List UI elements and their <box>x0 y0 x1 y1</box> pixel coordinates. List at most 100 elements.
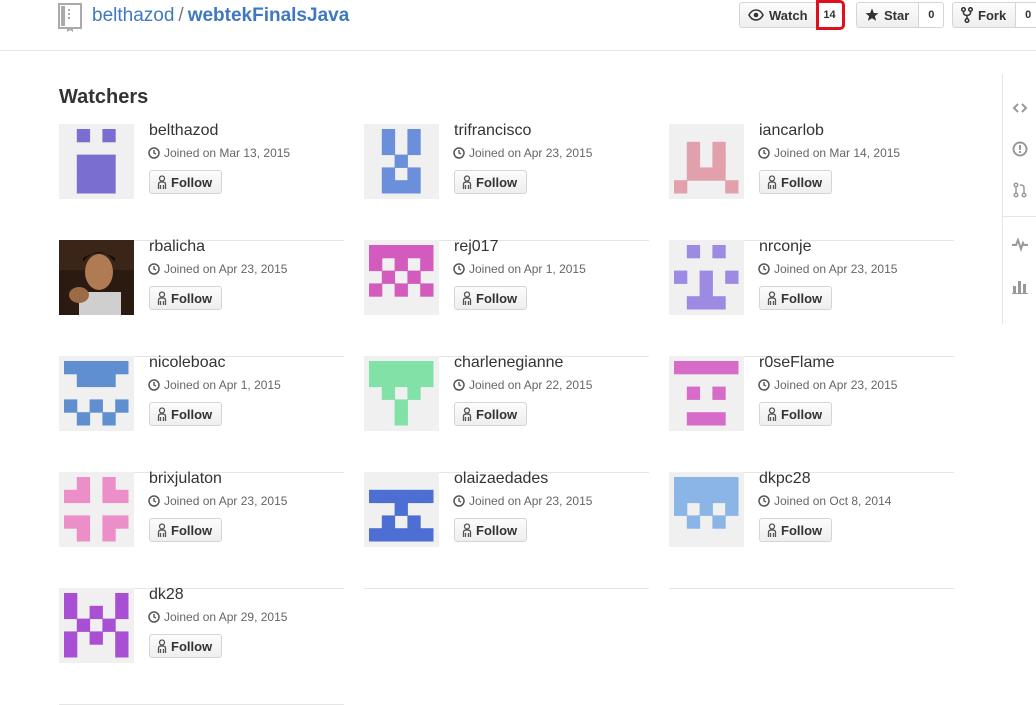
follow-button[interactable]: Follow <box>149 634 223 658</box>
joined-text: Joined on Mar 14, 2015 <box>774 146 901 160</box>
follow-button[interactable]: Follow <box>759 286 833 310</box>
watcher-avatar[interactable] <box>669 240 744 315</box>
pulse-icon[interactable] <box>1012 236 1028 252</box>
star-count[interactable]: 0 <box>919 2 945 28</box>
watcher-joined-date: Joined on Oct 8, 2014 <box>758 494 891 508</box>
follow-button[interactable]: Follow <box>149 402 223 426</box>
person-icon <box>157 638 167 653</box>
watcher-avatar[interactable] <box>364 240 439 315</box>
follow-label: Follow <box>476 290 518 306</box>
fork-label: Fork <box>978 7 1007 23</box>
follow-button[interactable]: Follow <box>759 518 833 542</box>
follow-button[interactable]: Follow <box>149 170 223 194</box>
follow-button[interactable]: Follow <box>454 286 528 310</box>
person-icon <box>157 290 167 305</box>
watcher-username-link[interactable]: dk28 <box>149 586 184 604</box>
watch-count[interactable]: 14 <box>815 0 845 30</box>
star-button-group: Star 0 <box>856 2 945 28</box>
joined-text: Joined on Apr 23, 2015 <box>164 262 288 276</box>
watcher-item: r0seFlame Joined on Apr 23, 2015 Follow <box>669 354 954 473</box>
watcher-item: olaizaedades Joined on Apr 23, 2015 Follow <box>364 470 649 589</box>
star-button[interactable]: Star <box>856 2 920 28</box>
clock-icon <box>453 379 465 391</box>
watcher-avatar[interactable] <box>364 124 439 199</box>
watcher-username-link[interactable]: r0seFlame <box>759 354 835 372</box>
watcher-avatar[interactable] <box>364 472 439 547</box>
watcher-username-link[interactable]: belthazod <box>149 122 218 140</box>
watcher-username-link[interactable]: charlenegianne <box>454 354 563 372</box>
clock-icon <box>758 379 770 391</box>
watcher-item: dk28 Joined on Apr 29, 2015 Follow <box>59 586 344 705</box>
watcher-joined-date: Joined on Apr 23, 2015 <box>453 494 592 508</box>
follow-button[interactable]: Follow <box>454 518 528 542</box>
watcher-avatar[interactable] <box>59 472 134 547</box>
follow-button[interactable]: Follow <box>759 402 833 426</box>
watcher-item: nicoleboac Joined on Apr 1, 2015 Follow <box>59 354 344 473</box>
follow-button[interactable]: Follow <box>454 170 528 194</box>
follow-button[interactable]: Follow <box>149 518 223 542</box>
watcher-username-link[interactable]: rej017 <box>454 238 498 256</box>
clock-icon <box>453 147 465 159</box>
repo-owner-link[interactable]: belthazod <box>92 5 174 26</box>
watcher-avatar[interactable] <box>59 588 134 663</box>
watcher-item: charlenegianne Joined on Apr 22, 2015 Foll… <box>364 354 649 473</box>
clock-icon <box>148 147 160 159</box>
watcher-item: belthazod Joined on Mar 13, 2015 Follow <box>59 122 344 241</box>
clock-icon <box>453 263 465 275</box>
joined-text: Joined on Apr 23, 2015 <box>774 262 898 276</box>
watcher-avatar[interactable] <box>59 240 134 315</box>
clock-icon <box>453 495 465 507</box>
watcher-avatar[interactable] <box>59 124 134 199</box>
graphs-icon[interactable] <box>1012 278 1028 294</box>
follow-label: Follow <box>781 290 823 306</box>
watcher-avatar[interactable] <box>59 356 134 431</box>
joined-text: Joined on Apr 23, 2015 <box>469 146 593 160</box>
person-icon <box>767 174 777 189</box>
follow-button[interactable]: Follow <box>149 286 223 310</box>
watcher-username-link[interactable]: rbalicha <box>149 238 205 256</box>
watcher-username-link[interactable]: iancarlob <box>759 122 824 140</box>
pull-request-icon[interactable] <box>1012 182 1028 198</box>
person-icon <box>462 406 472 421</box>
watcher-username-link[interactable]: olaizaedades <box>454 470 548 488</box>
watcher-username-link[interactable]: brixjulaton <box>149 470 222 488</box>
fork-count[interactable]: 0 <box>1016 2 1036 28</box>
repo-nav-sidebar <box>1002 74 1036 324</box>
person-icon <box>157 522 167 537</box>
repo-name-link[interactable]: webtekFinalsJava <box>188 5 350 26</box>
watcher-item: rej017 Joined on Apr 1, 2015 Follow <box>364 238 649 357</box>
watcher-avatar[interactable] <box>669 356 744 431</box>
watcher-avatar[interactable] <box>669 472 744 547</box>
clock-icon <box>758 147 770 159</box>
person-icon <box>157 174 167 189</box>
watch-button-group: Watch 14 <box>739 0 845 30</box>
clock-icon <box>148 611 160 623</box>
watch-button[interactable]: Watch <box>739 2 818 28</box>
joined-text: Joined on Mar 13, 2015 <box>164 146 291 160</box>
watch-label: Watch <box>769 7 808 23</box>
watcher-username-link[interactable]: dkpc28 <box>759 470 811 488</box>
watcher-item: trifrancisco Joined on Apr 23, 2015 Follow <box>364 122 649 241</box>
repo-book-icon <box>58 3 82 32</box>
code-icon[interactable] <box>1012 100 1028 116</box>
watcher-username-link[interactable]: trifrancisco <box>454 122 531 140</box>
watcher-avatar[interactable] <box>364 356 439 431</box>
follow-button[interactable]: Follow <box>759 170 833 194</box>
person-icon <box>767 522 777 537</box>
watcher-joined-date: Joined on Mar 14, 2015 <box>758 146 900 160</box>
watcher-username-link[interactable]: nrconje <box>759 238 811 256</box>
watcher-joined-date: Joined on Apr 29, 2015 <box>148 610 287 624</box>
follow-button[interactable]: Follow <box>454 402 528 426</box>
follow-label: Follow <box>171 290 213 306</box>
watcher-joined-date: Joined on Mar 13, 2015 <box>148 146 290 160</box>
clock-icon <box>758 263 770 275</box>
fork-button[interactable]: Fork <box>952 2 1017 28</box>
issues-icon[interactable] <box>1012 141 1028 157</box>
joined-text: Joined on Apr 23, 2015 <box>774 378 898 392</box>
joined-text: Joined on Apr 23, 2015 <box>469 494 593 508</box>
follow-label: Follow <box>171 406 213 422</box>
watcher-joined-date: Joined on Apr 1, 2015 <box>453 262 586 276</box>
watcher-joined-date: Joined on Apr 1, 2015 <box>148 378 281 392</box>
watcher-username-link[interactable]: nicoleboac <box>149 354 226 372</box>
watcher-avatar[interactable] <box>669 124 744 199</box>
